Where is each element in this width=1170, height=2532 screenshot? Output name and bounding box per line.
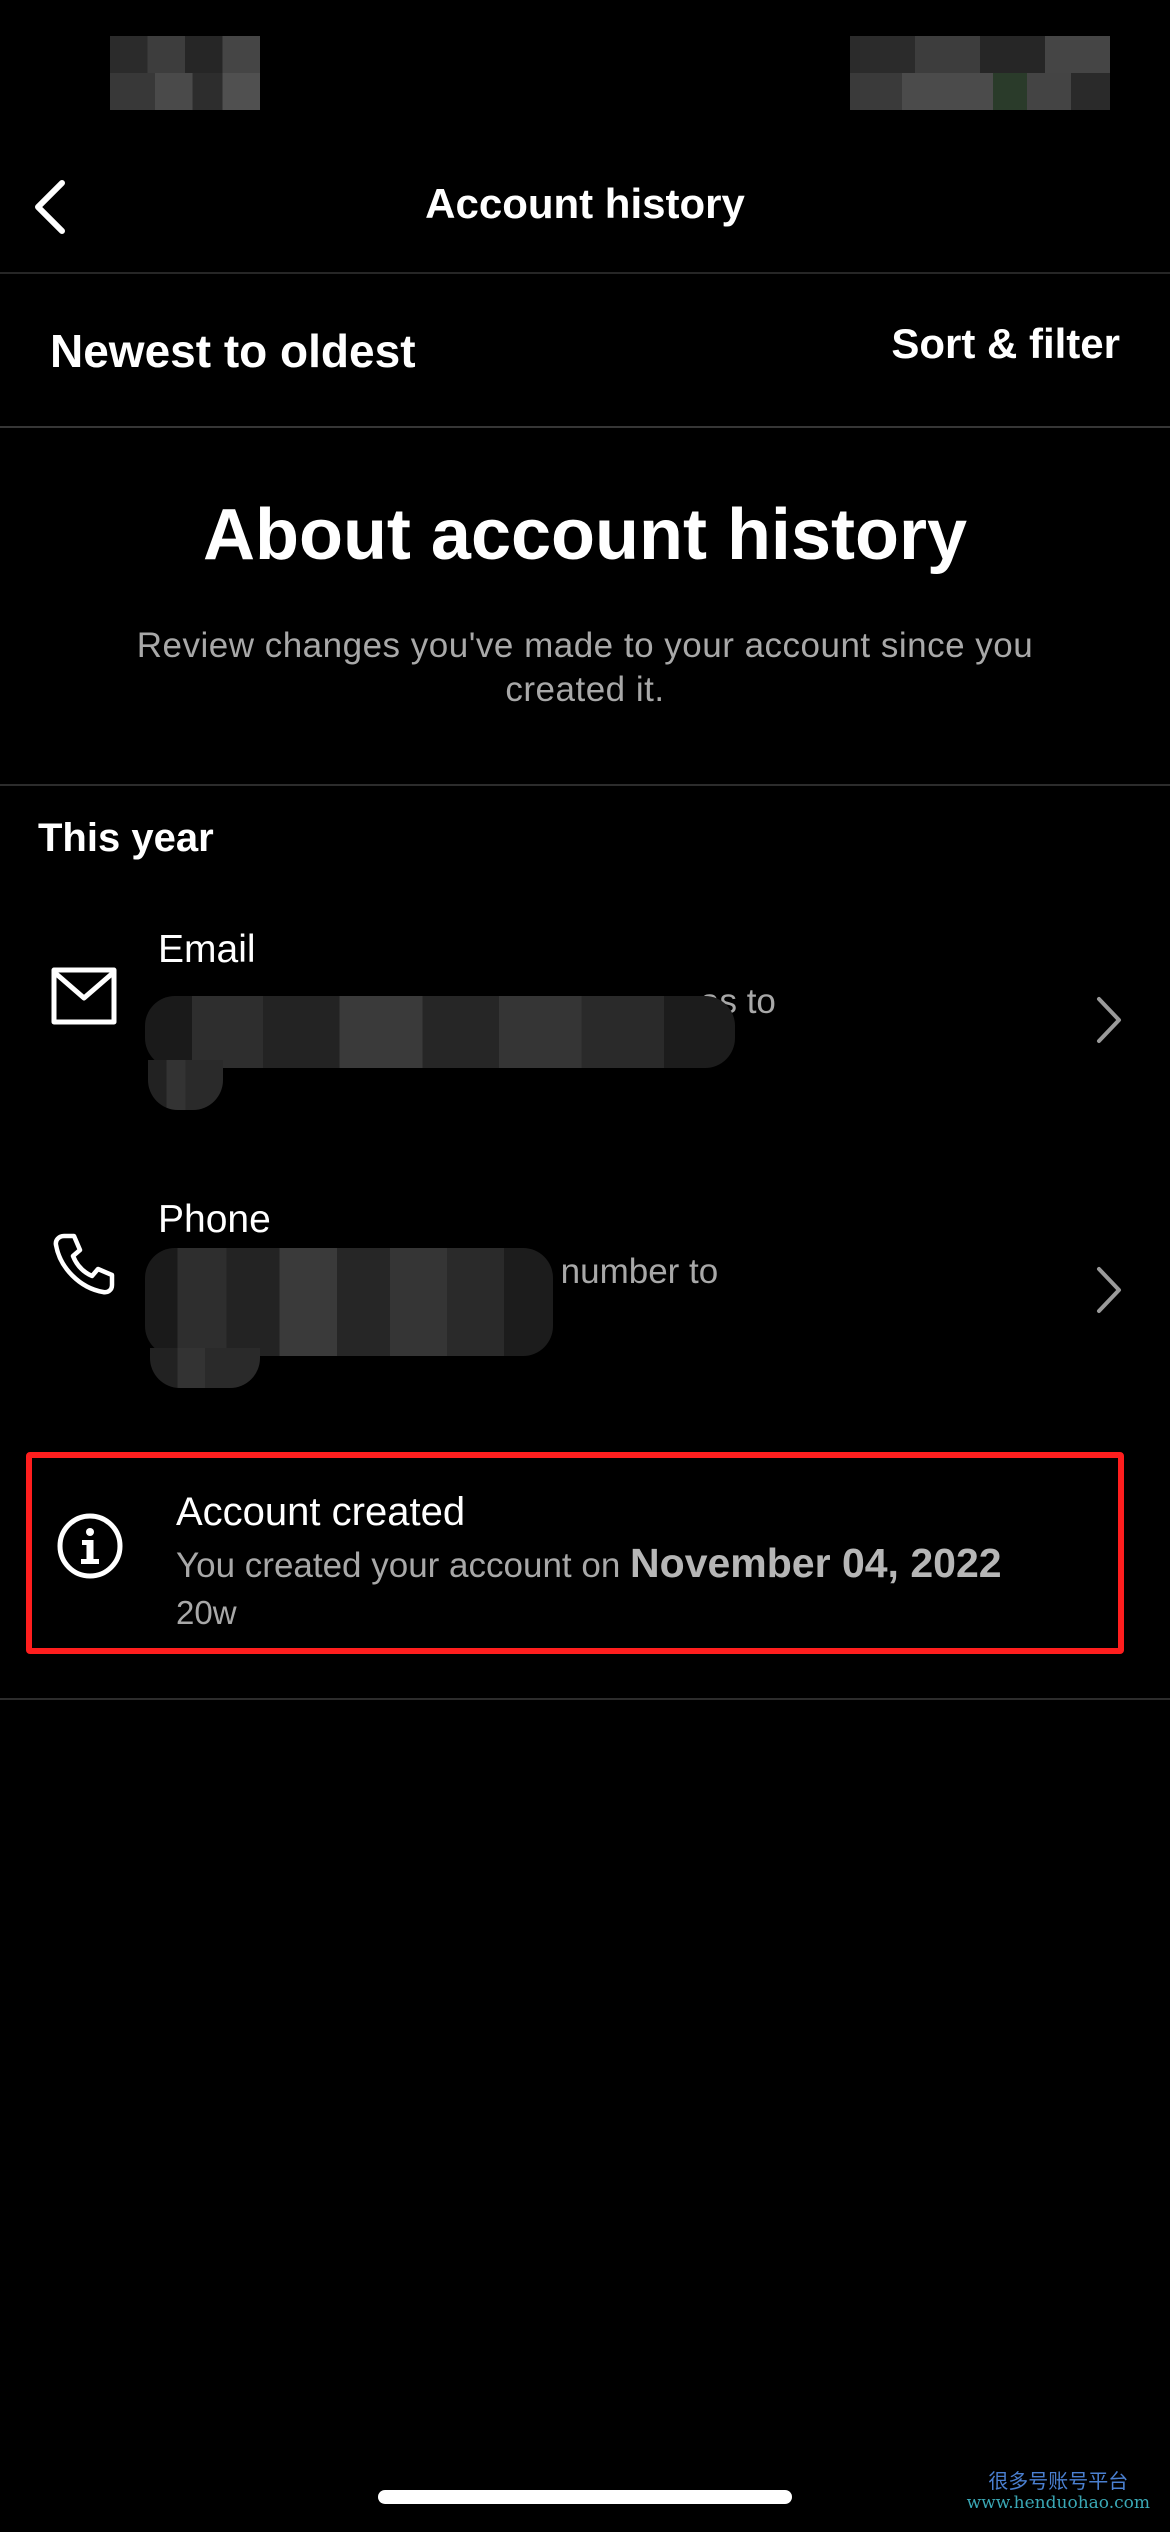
sort-filter-button[interactable]: Sort & filter bbox=[891, 320, 1120, 368]
status-indicators-redacted bbox=[850, 36, 1110, 110]
sort-row: Newest to oldest Sort & filter bbox=[0, 274, 1170, 428]
info-icon bbox=[54, 1510, 126, 1582]
history-item-title: Email bbox=[158, 928, 256, 971]
chevron-right-icon bbox=[1090, 990, 1126, 1050]
history-item-phone[interactable]: Phone ne number to bbox=[0, 1170, 1170, 1400]
redacted-text bbox=[150, 1348, 260, 1388]
history-item-title: Phone bbox=[158, 1198, 271, 1241]
account-created-title: Account created bbox=[176, 1490, 466, 1534]
watermark-url: www.henduohao.com bbox=[966, 2493, 1150, 2513]
section-header-this-year: This year bbox=[38, 816, 214, 860]
about-section: About account history Review changes you… bbox=[0, 428, 1170, 786]
history-item-email[interactable]: Email as to bbox=[0, 900, 1170, 1130]
account-created-date: November 04, 2022 bbox=[630, 1540, 1002, 1586]
redacted-text bbox=[145, 1248, 553, 1356]
redacted-text bbox=[148, 1060, 223, 1110]
history-item-account-created[interactable]: Account created You created your account… bbox=[26, 1452, 1124, 1654]
phone-icon bbox=[48, 1228, 120, 1300]
divider bbox=[0, 1698, 1170, 1700]
account-created-prefix: You created your account on bbox=[176, 1546, 621, 1585]
watermark-line1: 很多号账号平台 bbox=[988, 2469, 1129, 2493]
chevron-right-icon bbox=[1090, 1260, 1126, 1320]
page-title: Account history bbox=[425, 180, 745, 227]
about-description: Review changes you've made to your accou… bbox=[136, 626, 1034, 709]
about-title: About account history bbox=[202, 495, 967, 575]
account-created-time-ago: 20w bbox=[176, 1594, 237, 1631]
status-bar bbox=[0, 0, 1170, 130]
nav-bar: Account history bbox=[0, 150, 1170, 274]
sort-order-label: Newest to oldest bbox=[50, 325, 416, 377]
home-indicator[interactable] bbox=[378, 2490, 792, 2504]
mail-icon bbox=[48, 960, 120, 1032]
status-time-redacted bbox=[110, 36, 260, 110]
watermark: 很多号账号平台 www.henduohao.com bbox=[967, 2470, 1150, 2514]
account-created-subtitle: You created your account on November 04,… bbox=[176, 1540, 1002, 1587]
redacted-text bbox=[145, 996, 735, 1068]
